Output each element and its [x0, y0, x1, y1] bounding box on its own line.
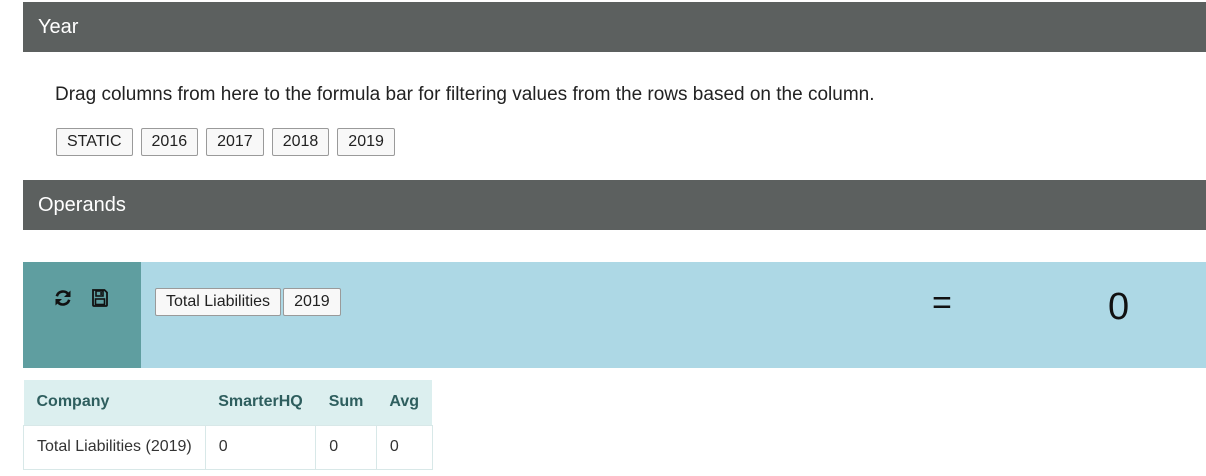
operands-section-title: Operands [38, 194, 126, 216]
formula-chip-total-liabilities[interactable]: Total Liabilities [155, 288, 282, 316]
year-chip-2016[interactable]: 2016 [140, 128, 199, 156]
formula-actions [23, 262, 141, 368]
year-chip-2019[interactable]: 2019 [337, 128, 395, 156]
table-row: Total Liabilities (2019) 0 0 0 [23, 424, 433, 470]
cell-sum: 0 [315, 424, 377, 470]
year-chip-2018[interactable]: 2018 [271, 128, 330, 156]
year-chip-2017[interactable]: 2017 [206, 128, 264, 156]
year-chip-static[interactable]: STATIC [56, 128, 133, 156]
column-header-company[interactable]: Company [23, 380, 206, 425]
column-header-smarterhq[interactable]: SmarterHQ [205, 380, 316, 425]
equals-sign: = [932, 284, 952, 322]
formula-operands: Total Liabilities 2019 [155, 288, 341, 316]
cell-smarterhq: 0 [204, 424, 317, 470]
formula-bar: Total Liabilities 2019 = 0 [23, 262, 1206, 368]
cell-avg: 0 [375, 424, 433, 470]
year-section-header[interactable]: Year [23, 2, 1206, 52]
drag-instructions: Drag columns from here to the formula ba… [55, 84, 875, 105]
formula-result: 0 [1108, 286, 1130, 328]
refresh-icon[interactable] [53, 288, 73, 308]
operands-section-header[interactable]: Operands [23, 180, 1206, 230]
column-header-sum[interactable]: Sum [315, 380, 377, 425]
table-header-row: Company SmarterHQ Sum Avg [23, 380, 433, 425]
cell-company: Total Liabilities (2019) [23, 424, 206, 470]
results-table: Company SmarterHQ Sum Avg Total Liabilit… [23, 380, 433, 470]
formula-chip-2019[interactable]: 2019 [283, 288, 341, 316]
year-section-title: Year [38, 16, 79, 38]
column-header-avg[interactable]: Avg [376, 380, 433, 425]
save-icon[interactable] [90, 288, 110, 308]
year-column-chips: STATIC 2016 2017 2018 2019 [56, 128, 395, 156]
